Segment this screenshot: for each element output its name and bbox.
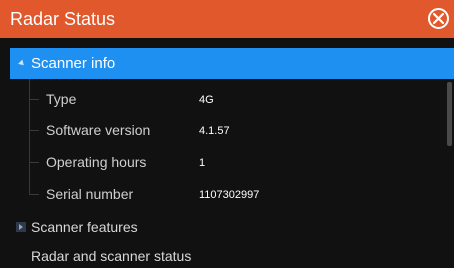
- tree-connector: [29, 194, 39, 195]
- tree-connector: [29, 162, 39, 163]
- property-label-type: Type: [46, 91, 77, 107]
- tree-node-scanner-info[interactable]: Scanner info: [10, 48, 454, 79]
- title-bar: Radar Status: [0, 0, 454, 38]
- property-value-type: 4G: [199, 94, 214, 106]
- property-value-software-version: 4.1.57: [199, 125, 230, 137]
- property-label-software-version: Software version: [46, 122, 151, 138]
- property-label-serial-number: Serial number: [46, 186, 134, 202]
- tree-connector: [29, 130, 39, 131]
- dialog-title: Radar Status: [10, 9, 116, 29]
- tree-connector: [29, 79, 30, 195]
- triangle-down-icon: [18, 59, 26, 68]
- tree-node-label: Scanner features: [31, 219, 138, 235]
- triangle-right-icon: [16, 222, 26, 232]
- scrollbar[interactable]: [447, 82, 452, 146]
- property-value-operating-hours: 1: [199, 157, 206, 169]
- close-icon: [432, 12, 445, 25]
- tree-node-partial[interactable]: Radar and scanner status: [10, 248, 454, 268]
- property-label-operating-hours: Operating hours: [46, 154, 147, 170]
- property-value-serial-number: 1107302997: [199, 189, 260, 201]
- tree-node-scanner-features[interactable]: Scanner features: [10, 213, 454, 241]
- tree-connector: [29, 99, 39, 100]
- close-button[interactable]: [428, 8, 449, 29]
- tree-node-label: Scanner info: [31, 55, 116, 72]
- tree-node-label: Radar and scanner status: [31, 248, 192, 264]
